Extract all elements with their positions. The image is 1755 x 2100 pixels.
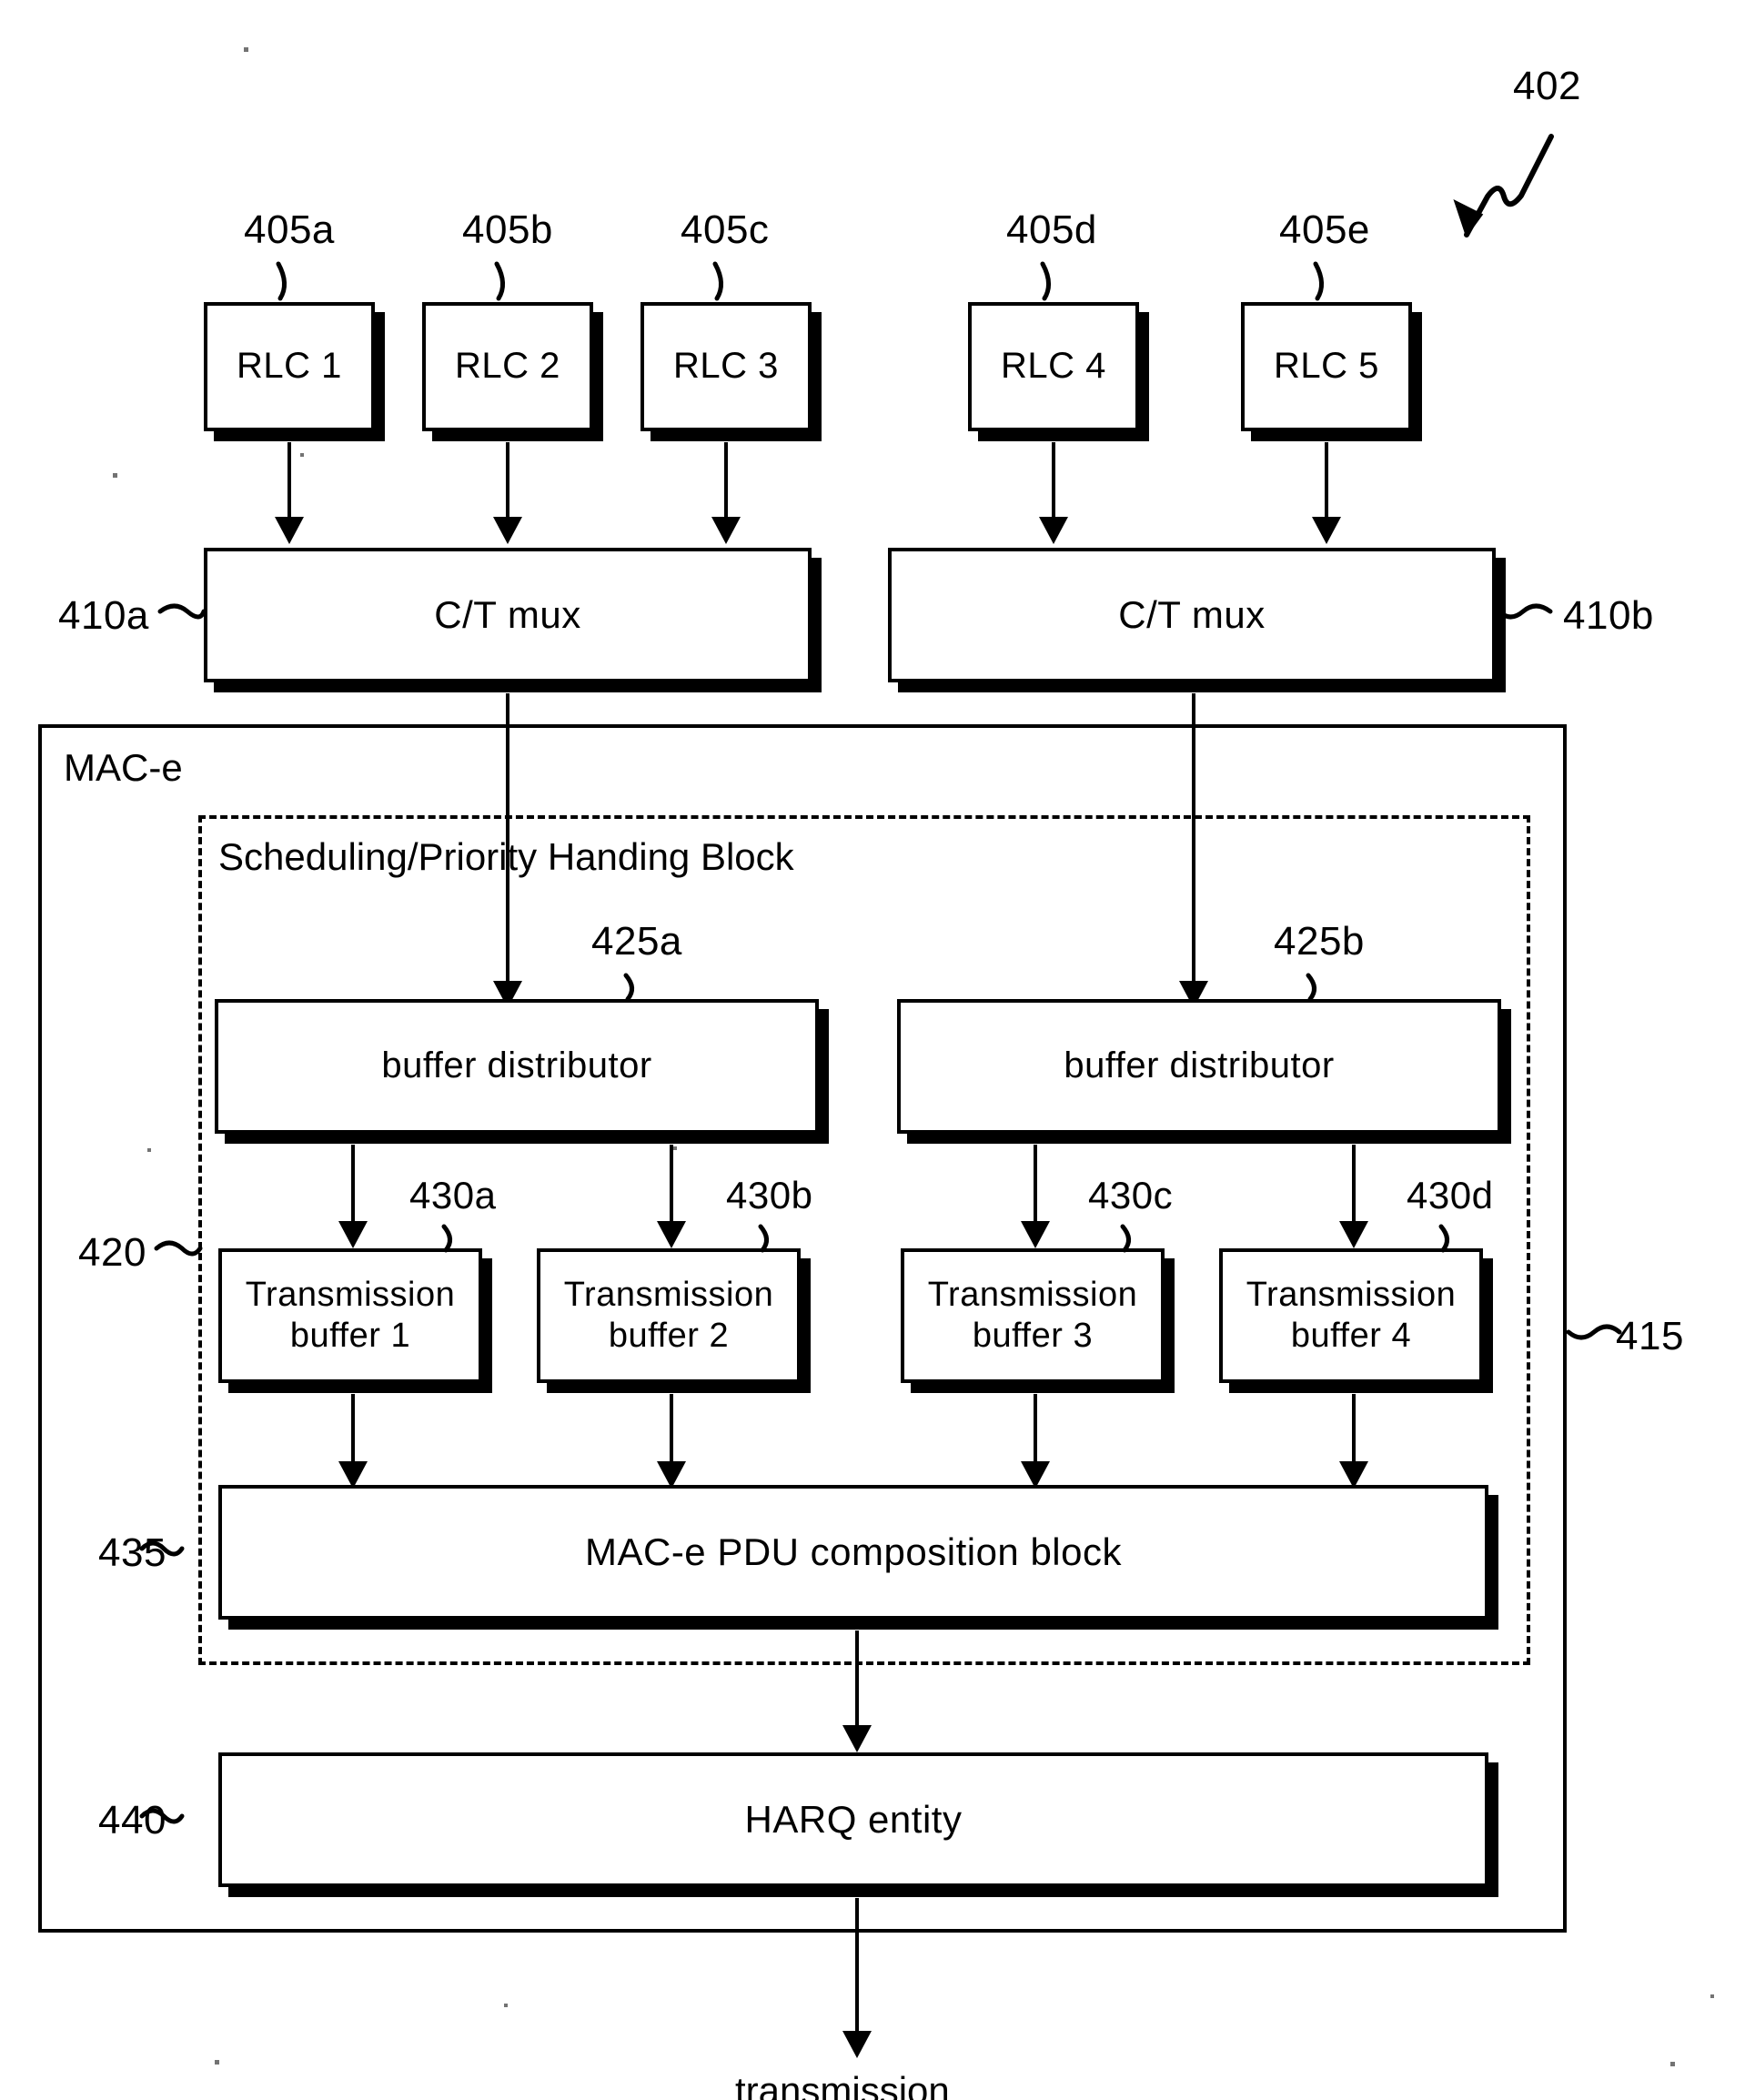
ref-405a: 405a: [244, 207, 335, 252]
arrow-rlc3-to-mux: [724, 442, 728, 522]
mac-e-label: MAC-e: [64, 746, 183, 789]
buffer-distributor-b-label: buffer distributor: [1064, 1045, 1335, 1086]
arrowhead-pdu-to-harq: [842, 1725, 872, 1752]
rlc-2-box[interactable]: RLC 2: [422, 302, 593, 431]
transmission-output-label: transmission: [735, 2069, 950, 2100]
arrowhead-distributor-a-to-buffer1: [338, 1221, 368, 1248]
scan-speck: [300, 453, 304, 457]
rlc-2-label: RLC 2: [455, 346, 560, 387]
rlc-3-label: RLC 3: [673, 346, 779, 387]
arrowhead-rlc4-to-mux: [1039, 517, 1068, 544]
rlc-5-box[interactable]: RLC 5: [1241, 302, 1412, 431]
arrowhead-rlc2-to-mux: [493, 517, 522, 544]
ref-440: 440: [98, 1798, 166, 1843]
mac-e-pdu-composition-label: MAC-e PDU composition block: [584, 1530, 1122, 1574]
arrow-mux-b-to-distributor-b: [1192, 693, 1195, 986]
scan-speck: [504, 2004, 508, 2007]
ref-405c: 405c: [681, 207, 770, 252]
ref-430a: 430a: [409, 1174, 497, 1217]
ref-430b: 430b: [726, 1174, 813, 1217]
transmission-buffer-3-box[interactable]: Transmission buffer 3: [901, 1248, 1165, 1383]
rlc-1-box[interactable]: RLC 1: [204, 302, 375, 431]
rlc-3-box[interactable]: RLC 3: [640, 302, 812, 431]
ref-420: 420: [78, 1230, 146, 1275]
ref-425b: 425b: [1274, 919, 1365, 964]
scan-speck: [1710, 1994, 1714, 1998]
arrowhead-rlc3-to-mux: [711, 517, 741, 544]
arrowhead-distributor-b-to-buffer4: [1339, 1221, 1368, 1248]
ref-430d: 430d: [1407, 1174, 1494, 1217]
buffer-distributor-a-box[interactable]: buffer distributor: [215, 999, 819, 1134]
arrow-buffer1-to-pdu: [351, 1394, 355, 1467]
transmission-buffer-1-label: Transmission buffer 1: [245, 1276, 456, 1355]
ref-410b: 410b: [1563, 593, 1654, 638]
scan-speck: [215, 2060, 219, 2065]
mac-e-pdu-composition-box[interactable]: MAC-e PDU composition block: [218, 1485, 1488, 1620]
ct-mux-b-label: C/T mux: [1118, 593, 1266, 637]
arrowhead-distributor-a-to-buffer2: [657, 1221, 686, 1248]
arrowhead-rlc1-to-mux: [275, 517, 304, 544]
transmission-buffer-3-label: Transmission buffer 3: [927, 1276, 1138, 1355]
ref-425a: 425a: [591, 919, 682, 964]
scan-speck: [113, 473, 117, 478]
scan-speck: [1670, 2062, 1675, 2066]
scheduling-priority-label: Scheduling/Priority Handing Block: [218, 835, 794, 878]
arrow-rlc1-to-mux: [287, 442, 291, 522]
arrow-pdu-to-harq: [855, 1631, 859, 1731]
arrowhead-distributor-b-to-buffer3: [1021, 1221, 1050, 1248]
buffer-distributor-a-label: buffer distributor: [381, 1045, 652, 1086]
transmission-buffer-2-label: Transmission buffer 2: [563, 1276, 774, 1355]
ref-415: 415: [1616, 1314, 1684, 1358]
figure-ref-402: 402: [1513, 64, 1581, 108]
arrow-rlc4-to-mux: [1052, 442, 1055, 522]
ct-mux-a-box[interactable]: C/T mux: [204, 548, 812, 682]
arrow-distributor-a-to-buffer1: [351, 1145, 355, 1227]
arrowhead-rlc5-to-mux: [1312, 517, 1341, 544]
arrow-distributor-a-to-buffer2: [670, 1145, 673, 1227]
harq-entity-box[interactable]: HARQ entity: [218, 1752, 1488, 1887]
ref-410a: 410a: [58, 593, 149, 638]
ref-430c: 430c: [1088, 1174, 1174, 1217]
transmission-buffer-4-box[interactable]: Transmission buffer 4: [1219, 1248, 1483, 1383]
transmission-buffer-4-label: Transmission buffer 4: [1246, 1276, 1457, 1355]
ct-mux-b-box[interactable]: C/T mux: [888, 548, 1496, 682]
scan-speck: [244, 47, 248, 52]
transmission-buffer-1-box[interactable]: Transmission buffer 1: [218, 1248, 482, 1383]
arrow-rlc2-to-mux: [506, 442, 509, 522]
transmission-buffer-2-box[interactable]: Transmission buffer 2: [537, 1248, 801, 1383]
ct-mux-a-label: C/T mux: [434, 593, 581, 637]
ref-405e: 405e: [1279, 207, 1370, 252]
arrow-distributor-b-to-buffer3: [1034, 1145, 1037, 1227]
arrow-rlc5-to-mux: [1325, 442, 1328, 522]
rlc-4-box[interactable]: RLC 4: [968, 302, 1139, 431]
arrow-buffer4-to-pdu: [1352, 1394, 1356, 1467]
ref-435: 435: [98, 1530, 166, 1575]
rlc-1-label: RLC 1: [237, 346, 342, 387]
ref-405b: 405b: [462, 207, 553, 252]
harq-entity-label: HARQ entity: [744, 1798, 963, 1842]
arrowhead-harq-to-transmission: [842, 2031, 872, 2058]
rlc-5-label: RLC 5: [1274, 346, 1379, 387]
arrow-buffer3-to-pdu: [1034, 1394, 1037, 1467]
patent-figure-page: 402 405a 405b 405c 405d 405e RLC 1 RLC 2…: [0, 0, 1755, 2100]
ref-405d: 405d: [1006, 207, 1097, 252]
buffer-distributor-b-box[interactable]: buffer distributor: [897, 999, 1501, 1134]
arrow-distributor-b-to-buffer4: [1352, 1145, 1356, 1227]
arrow-buffer2-to-pdu: [670, 1394, 673, 1467]
rlc-4-label: RLC 4: [1001, 346, 1106, 387]
arrow-harq-to-transmission: [855, 1898, 859, 2036]
